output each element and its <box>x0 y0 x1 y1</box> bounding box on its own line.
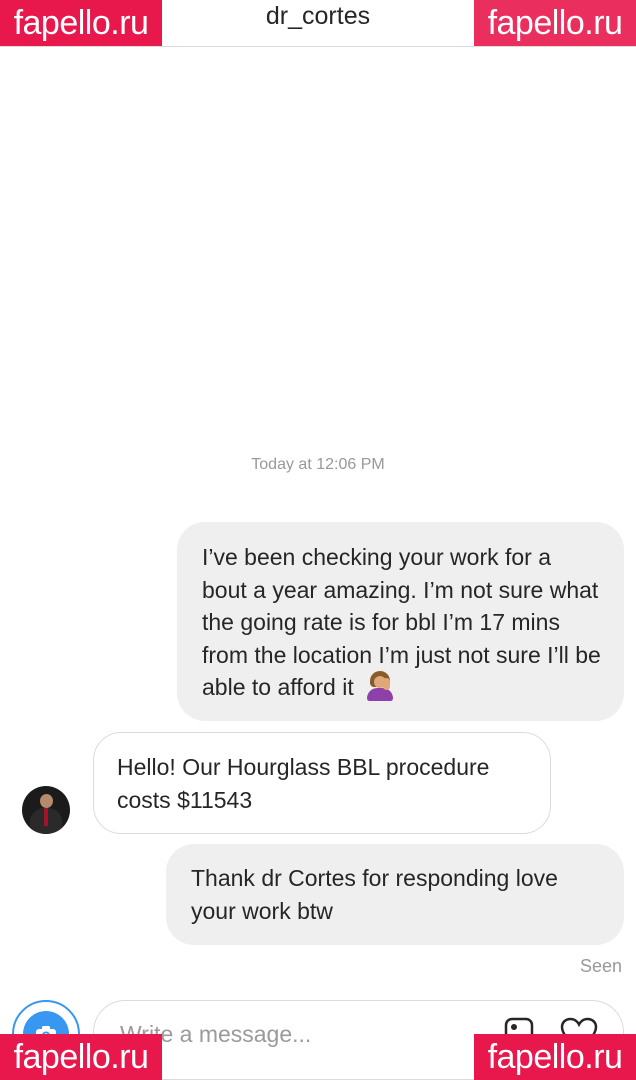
message-input[interactable] <box>120 1021 490 1048</box>
outgoing-message-bubble[interactable]: Thank dr Cortes for responding love your… <box>166 844 624 945</box>
message-text: I’ve been checking your work for a bout … <box>202 544 601 700</box>
message-timestamp: Today at 12:06 PM <box>251 456 385 473</box>
message-text: Hello! Our Hourglass BBL procedure costs… <box>117 754 490 813</box>
sender-avatar[interactable] <box>22 786 70 834</box>
outgoing-message-bubble[interactable]: I’ve been checking your work for a bout … <box>177 522 624 721</box>
incoming-message-bubble[interactable]: Hello! Our Hourglass BBL procedure costs… <box>93 732 551 834</box>
watermark-logo: fapello.ru <box>0 0 162 46</box>
seen-status: Seen <box>579 956 622 976</box>
message-text: Thank dr Cortes for responding love your… <box>191 865 558 924</box>
watermark-logo: fapello.ru <box>0 1034 162 1080</box>
watermark-logo: fapello.ru <box>474 1034 636 1080</box>
watermark-logo: fapello.ru <box>474 0 636 46</box>
person-facepalming-emoji-icon <box>364 671 394 701</box>
